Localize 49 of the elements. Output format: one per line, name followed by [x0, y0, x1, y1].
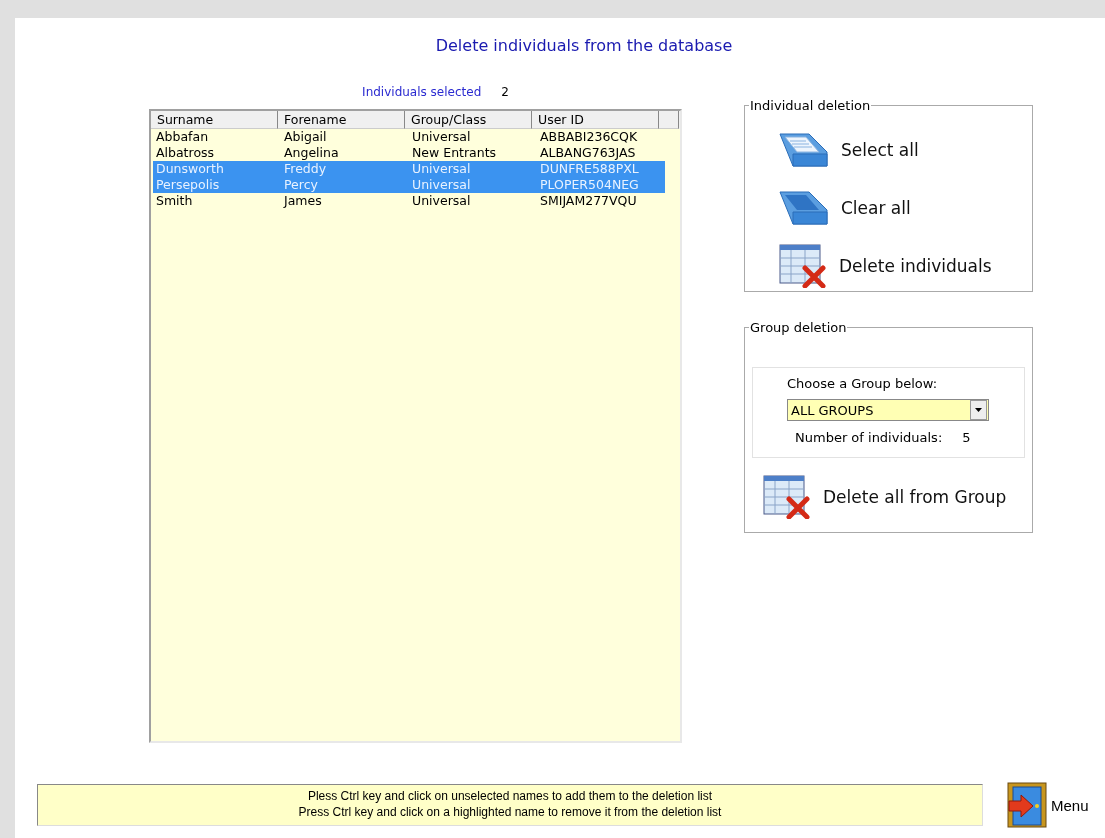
column-header[interactable]: Forename: [278, 111, 405, 129]
menu-button[interactable]: Menu: [1007, 782, 1089, 828]
choose-group-label: Choose a Group below:: [787, 376, 939, 391]
exit-door-icon: [1007, 782, 1047, 828]
help-text: Press Ctrl key and click on a highlighted name to remove it from the deletion list: [297, 804, 723, 820]
count-label: Number of individuals:: [795, 430, 943, 445]
table-cell-text: Persepolis: [155, 177, 221, 193]
table-cell-text: DUNFRE588PXL: [539, 161, 640, 177]
window-title: Delete individuals from the database: [434, 36, 734, 55]
count-value: 5: [962, 430, 971, 445]
selected-count: 2: [501, 85, 509, 99]
table-cell-text: Abigail: [283, 129, 328, 145]
help-text: Pless Ctrl key and click on unselected names to add them to the deletion list: [306, 788, 714, 804]
individuals-list[interactable]: [149, 109, 682, 743]
group-dropdown[interactable]: ALL GROUPS: [787, 399, 989, 421]
table-cell-text: Percy: [283, 177, 319, 193]
table-row[interactable]: Smith James Universal SMIJAM277VQU: [153, 193, 665, 209]
table-row[interactable]: Albatross Angelina New Entrants ALBANG763JAS: [153, 145, 665, 161]
action-button[interactable]: Select all: [779, 129, 919, 171]
selected-label: Individuals selected: [362, 85, 482, 99]
empty-tray-icon: [779, 190, 829, 226]
group-legend: Group deletion: [749, 320, 848, 335]
action-button[interactable]: Delete individuals: [779, 245, 992, 287]
table-cell-text: PLOPER504NEG: [539, 177, 640, 193]
table-cell-text: Universal: [411, 177, 472, 193]
table-cell-text: New Entrants: [411, 145, 498, 161]
column-header[interactable]: Surname: [151, 111, 278, 129]
action-button[interactable]: Clear all: [779, 187, 911, 229]
table-cell-text: SMIJAM277VQU: [539, 193, 638, 209]
table-delete-icon: [763, 475, 811, 519]
table-delete-icon: [779, 244, 827, 288]
table-cell-text: ALBANG763JAS: [539, 145, 637, 161]
group-legend: Individual deletion: [749, 98, 872, 113]
table-cell-text: ABBABI236CQK: [539, 129, 639, 145]
table-cell-text: Freddy: [283, 161, 328, 177]
table-cell-text: Universal: [411, 129, 472, 145]
table-cell-text: Angelina: [283, 145, 340, 161]
table-row[interactable]: Abbafan Abigail Universal ABBABI236CQK: [153, 129, 665, 145]
action-button[interactable]: Delete all from Group: [763, 476, 1007, 518]
tray-with-papers-icon: [779, 132, 829, 168]
table-cell-text: Albatross: [155, 145, 216, 161]
column-header[interactable]: User ID: [532, 111, 659, 129]
column-header[interactable]: Group/Class: [405, 111, 532, 129]
table-cell-text: Dunsworth: [155, 161, 225, 177]
table-cell-text: Smith: [155, 193, 194, 209]
table-cell-text: Universal: [411, 161, 472, 177]
table-cell-text: Universal: [411, 193, 472, 209]
table-cell-text: Abbafan: [155, 129, 210, 145]
table-cell-text: James: [282, 193, 323, 209]
